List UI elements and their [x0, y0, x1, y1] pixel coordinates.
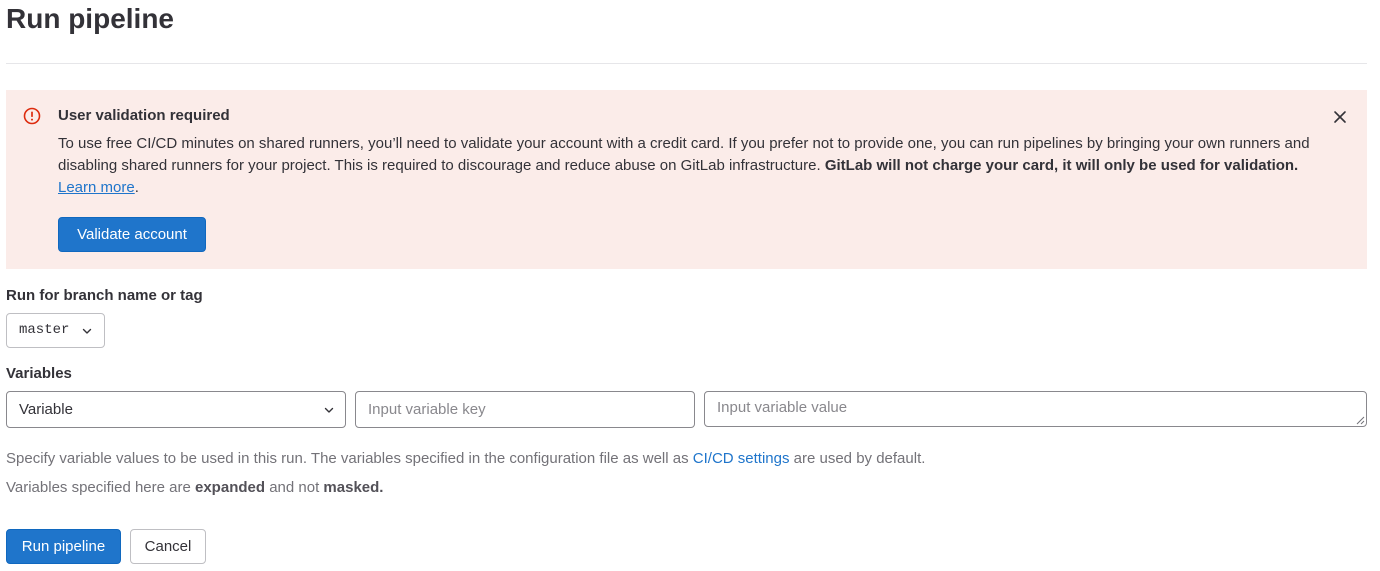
variable-type-select[interactable]: Variable [6, 391, 346, 428]
title-divider [6, 63, 1367, 64]
alert-body-bold: GitLab will not charge your card, it wil… [824, 157, 1299, 174]
alert-title: User validation required [58, 107, 230, 124]
validate-account-button[interactable]: Validate account [58, 217, 206, 252]
cicd-settings-link[interactable]: CI/CD settings [693, 450, 790, 467]
variables-label: Variables [6, 365, 72, 382]
error-icon [23, 107, 41, 125]
page-title: Run pipeline [6, 3, 174, 34]
expanded-text: expanded [195, 479, 266, 496]
chevron-down-icon [82, 328, 92, 334]
run-pipeline-button[interactable]: Run pipeline [6, 529, 121, 564]
help-text-part: Specify variable values to be used in th… [6, 450, 693, 467]
variables-expanded-note: Variables specified here are expanded an… [6, 478, 383, 498]
branch-dropdown[interactable]: master [6, 313, 105, 348]
close-icon[interactable] [1331, 108, 1349, 126]
variable-value-input[interactable] [704, 391, 1367, 427]
resize-grip-icon[interactable] [1356, 416, 1365, 425]
variable-type-value: Variable [19, 401, 73, 418]
user-validation-alert: User validation required To use free CI/… [6, 90, 1367, 269]
alert-body-period: . [134, 179, 139, 196]
alert-body: To use free CI/CD minutes on shared runn… [58, 133, 1320, 199]
help-text-part: and not [265, 479, 324, 496]
variable-key-input[interactable] [355, 391, 695, 428]
masked-text: masked. [323, 479, 384, 496]
help-text-part: Variables specified here are [6, 479, 195, 496]
help-text-part: are used by default. [789, 450, 926, 467]
branch-label: Run for branch name or tag [6, 287, 203, 304]
run-pipeline-page: Run pipeline User validation required To… [0, 0, 1380, 571]
learn-more-link[interactable]: Learn more [58, 179, 135, 196]
chevron-down-icon [324, 407, 334, 413]
cancel-button[interactable]: Cancel [130, 529, 206, 564]
branch-selected-value: master [19, 322, 70, 338]
variables-help-text: Specify variable values to be used in th… [6, 449, 925, 469]
